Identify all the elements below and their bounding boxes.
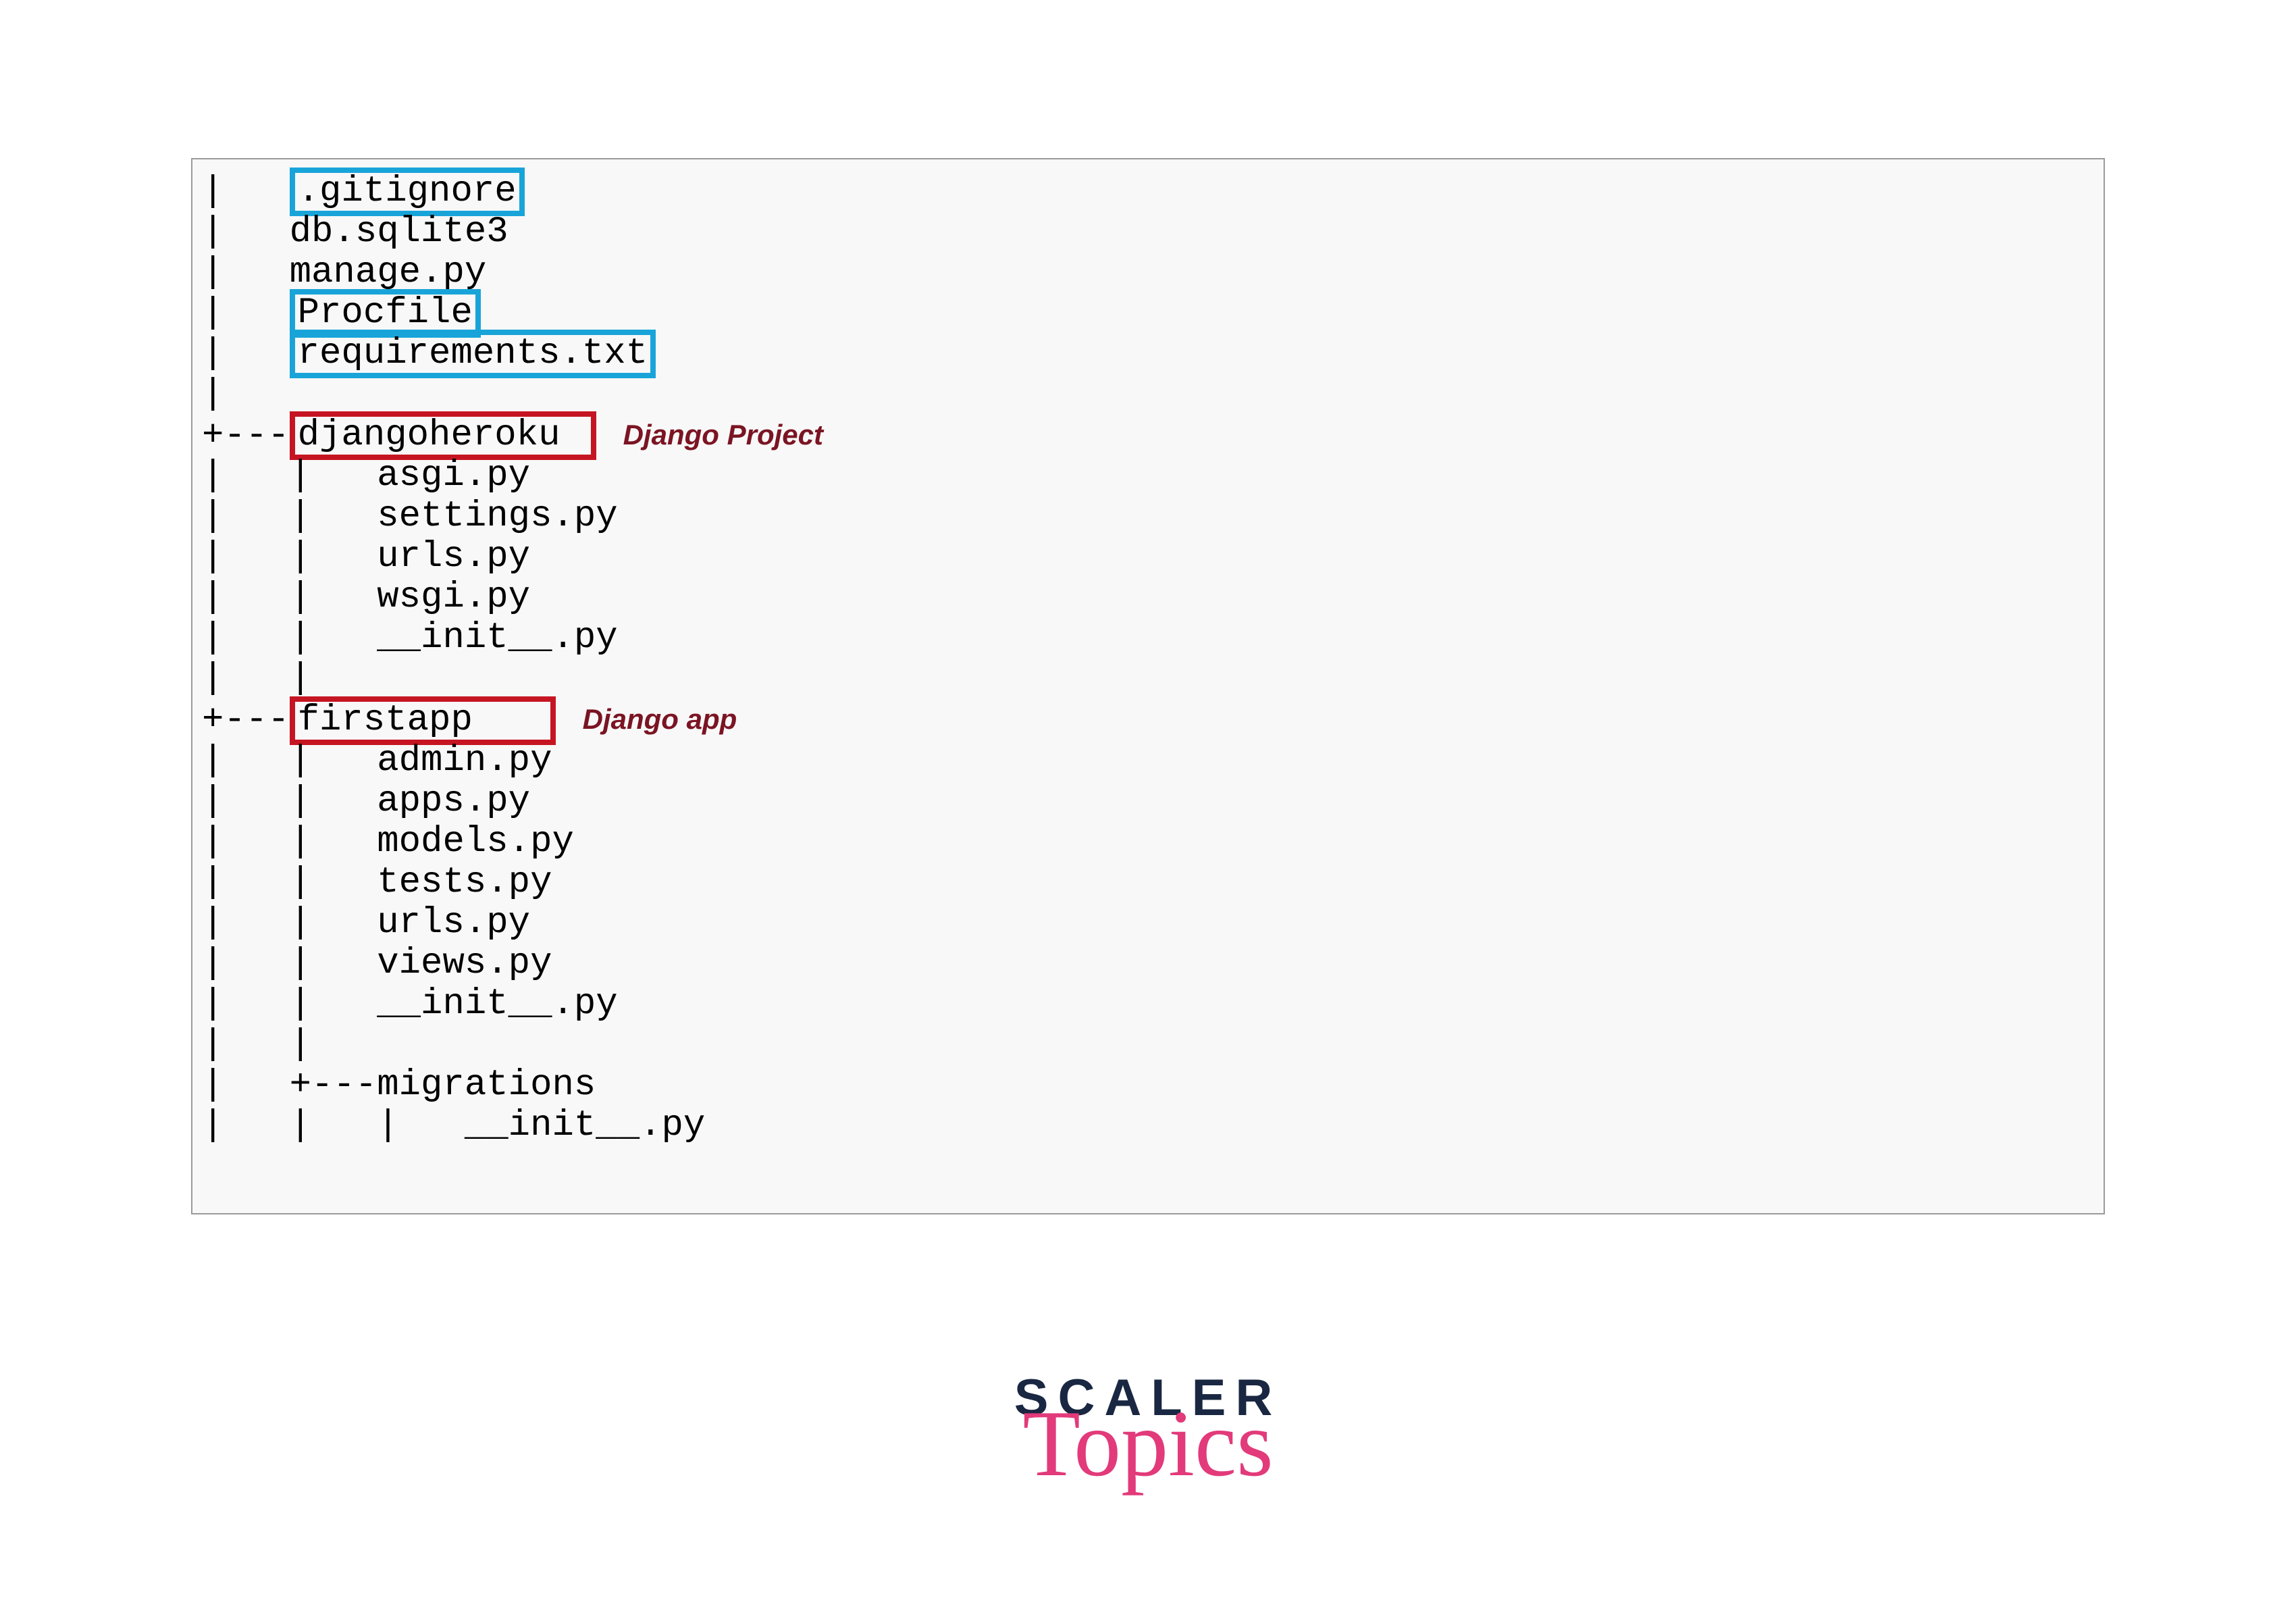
tree-line: | requirements.txt: [192, 334, 2104, 374]
tree-line: | | urls.py: [192, 537, 2104, 578]
tree-prefix: | |: [202, 740, 377, 781]
tree-prefix: |: [202, 252, 290, 293]
tree-node-name: admin.py: [377, 740, 552, 781]
tree-line: | | views.py: [192, 944, 2104, 984]
tree-line: +---firstappDjango app: [192, 699, 2104, 740]
tree-line: | | | __init__.py: [192, 1106, 2104, 1146]
tree-line: | |: [192, 1025, 2104, 1065]
tree-prefix: | |: [202, 536, 377, 578]
tree-line: | | __init__.py: [192, 984, 2104, 1025]
directory-tree-panel: | .gitignore| db.sqlite3| manage.py| Pro…: [191, 158, 2105, 1214]
tree-node-name: urls.py: [377, 536, 530, 578]
tree-line: | Procfile: [192, 293, 2104, 334]
annotation-label: Django Project: [623, 419, 823, 451]
tree-line: | +---migrations: [192, 1065, 2104, 1106]
tree-node-name: wsgi.py: [377, 577, 530, 618]
tree-line: | .gitignore: [192, 172, 2104, 212]
tree-prefix: +---: [202, 700, 290, 741]
tree-prefix: | |: [202, 617, 377, 659]
tree-prefix: |: [202, 292, 290, 334]
tree-prefix: +---: [202, 415, 290, 456]
tree-node-name: db.sqlite3: [290, 211, 508, 253]
tree-line: | |: [192, 659, 2104, 699]
tree-prefix: | |: [202, 781, 377, 822]
tree-node-name: views.py: [377, 943, 552, 984]
tree-node-name: .gitignore: [290, 168, 525, 216]
tree-node-name: models.py: [377, 821, 574, 863]
tree-node-name: requirements.txt: [290, 330, 656, 378]
tree-node-name: apps.py: [377, 781, 530, 822]
tree-node-name: migrations: [377, 1065, 596, 1106]
tree-prefix: |: [202, 374, 224, 415]
tree-prefix: | |: [202, 983, 377, 1025]
tree-prefix: | | |: [202, 1105, 465, 1146]
tree-prefix: | |: [202, 943, 377, 984]
tree-prefix: | |: [202, 862, 377, 903]
tree-prefix: |: [202, 171, 290, 212]
tree-node-name: urls.py: [377, 902, 530, 944]
tree-prefix: | |: [202, 577, 377, 618]
tree-prefix: | |: [202, 455, 377, 496]
tree-line: | | settings.py: [192, 496, 2104, 537]
scaler-topics-logo: SCALER Topics: [0, 1373, 2296, 1519]
tree-line: | db.sqlite3: [192, 212, 2104, 253]
tree-prefix: | +---: [202, 1065, 377, 1106]
tree-node-name: firstapp: [290, 696, 556, 745]
tree-node-name: __init__.py: [465, 1105, 705, 1146]
tree-line: | | wsgi.py: [192, 578, 2104, 618]
logo-topics-word: Topics: [1022, 1408, 1273, 1496]
tree-prefix: | |: [202, 902, 377, 944]
tree-node-name: settings.py: [377, 496, 617, 537]
tree-prefix: | |: [202, 1024, 311, 1065]
tree-node-name: __init__.py: [377, 983, 617, 1025]
tree-node-name: manage.py: [290, 252, 487, 293]
tree-line: | | tests.py: [192, 863, 2104, 903]
tree-line: | manage.py: [192, 253, 2104, 293]
logo-text-topics: Topics: [0, 1408, 2296, 1519]
tree-node-name: asgi.py: [377, 455, 530, 496]
tree-line: | | apps.py: [192, 781, 2104, 822]
tree-prefix: | |: [202, 658, 311, 699]
tree-line: | | models.py: [192, 822, 2104, 863]
tree-line: +---djangoherokuDjango Project: [192, 415, 2104, 456]
tree-line: | | asgi.py: [192, 456, 2104, 496]
tree-node-name: djangoheroku: [290, 411, 596, 460]
tree-line: | | __init__.py: [192, 618, 2104, 659]
tree-line: | | admin.py: [192, 741, 2104, 781]
tree-line: | | urls.py: [192, 903, 2104, 944]
tree-prefix: | |: [202, 821, 377, 863]
tree-prefix: | |: [202, 496, 377, 537]
annotation-label: Django app: [583, 703, 737, 735]
tree-prefix: |: [202, 333, 290, 374]
tree-line: |: [192, 374, 2104, 415]
tree-node-name: __init__.py: [377, 617, 617, 659]
tree-prefix: |: [202, 211, 290, 253]
tree-node-name: tests.py: [377, 862, 552, 903]
